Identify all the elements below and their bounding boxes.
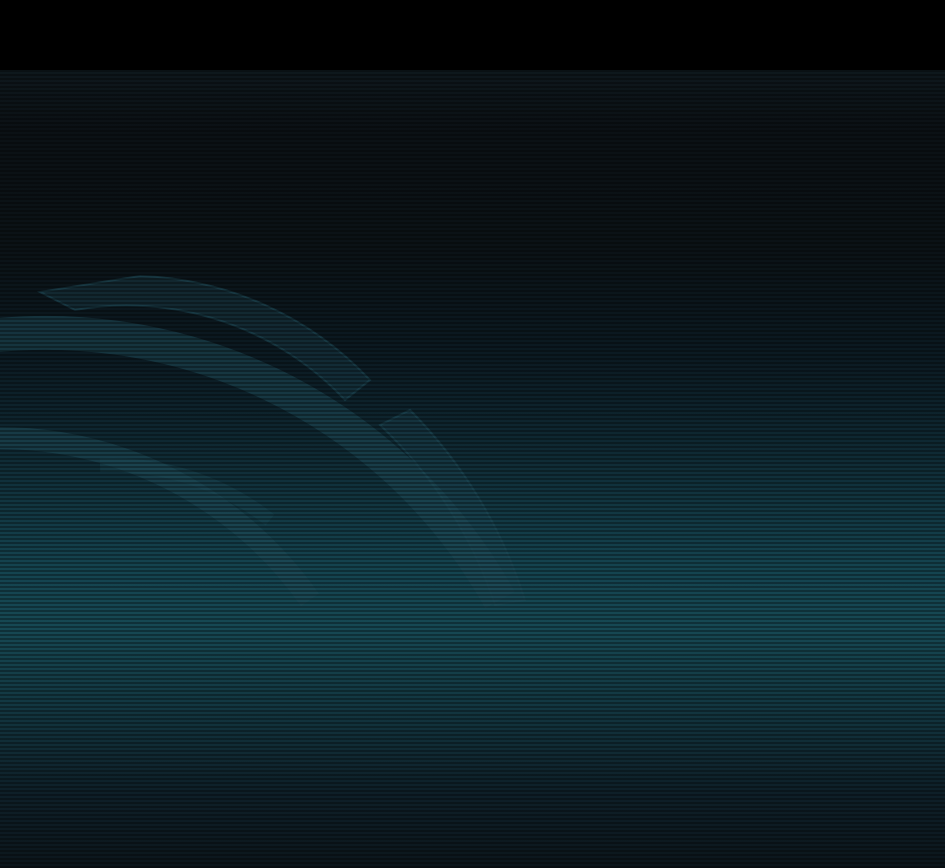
loading-backdrop bbox=[0, 70, 945, 868]
top-black-bar bbox=[0, 0, 945, 70]
scanline-overlay bbox=[0, 70, 945, 868]
app-screen bbox=[0, 0, 945, 868]
